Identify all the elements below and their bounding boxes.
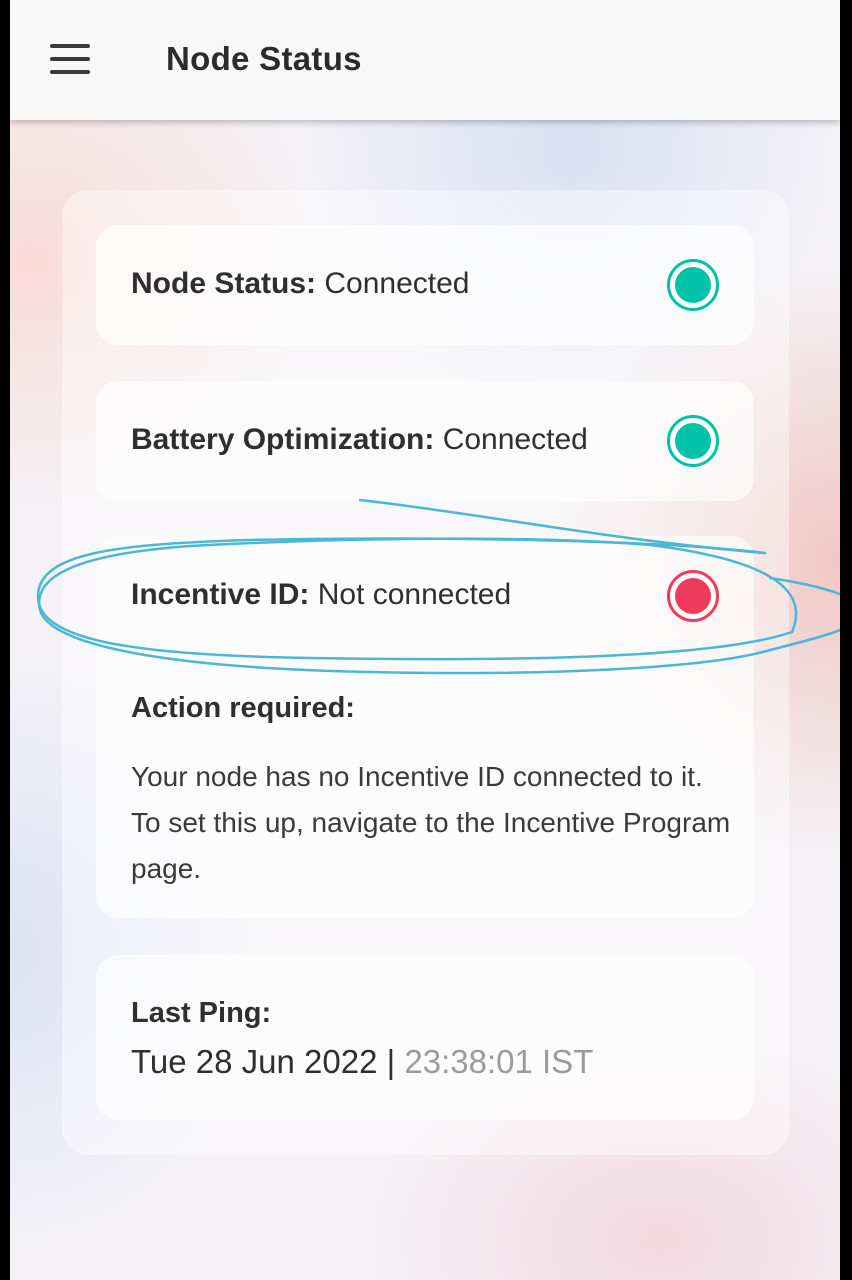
connected-status-icon: [667, 259, 719, 311]
not-connected-status-icon: [667, 570, 719, 622]
battery-optimization-value: Connected: [442, 423, 588, 456]
screen: Node Status Node Status: Connected Batte…: [10, 0, 840, 1280]
incentive-id-label: Incentive ID:: [131, 578, 310, 611]
node-status-label: Node Status:: [131, 267, 317, 300]
node-status-row: Node Status: Connected: [131, 267, 469, 301]
battery-optimization-card: Battery Optimization: Connected: [96, 381, 754, 501]
incentive-id-card: Incentive ID: Not connected Action requi…: [96, 536, 754, 918]
last-ping-time: 23:38:01 IST: [404, 1043, 594, 1080]
battery-optimization-row: Battery Optimization: Connected: [131, 423, 588, 457]
page-title: Node Status: [166, 40, 362, 77]
last-ping-date: Tue 28 Jun 2022 |: [131, 1043, 396, 1080]
hamburger-menu-icon[interactable]: [50, 44, 90, 74]
last-ping-label: Last Ping:: [131, 997, 272, 1029]
incentive-id-row: Incentive ID: Not connected: [131, 578, 511, 612]
app-bar: Node Status: [10, 0, 840, 120]
action-required-title: Action required:: [131, 692, 355, 724]
last-ping-card: Last Ping: Tue 28 Jun 2022 | 23:38:01 IS…: [96, 955, 754, 1120]
node-status-value: Connected: [324, 267, 470, 300]
battery-optimization-label: Battery Optimization:: [131, 423, 435, 456]
connected-status-icon: [667, 415, 719, 467]
action-required-message: Your node has no Incentive ID connected …: [131, 761, 731, 884]
incentive-id-value: Not connected: [317, 578, 512, 611]
node-status-card: Node Status: Connected: [96, 225, 754, 345]
last-ping-value: Tue 28 Jun 2022 | 23:38:01 IST: [131, 1043, 593, 1081]
